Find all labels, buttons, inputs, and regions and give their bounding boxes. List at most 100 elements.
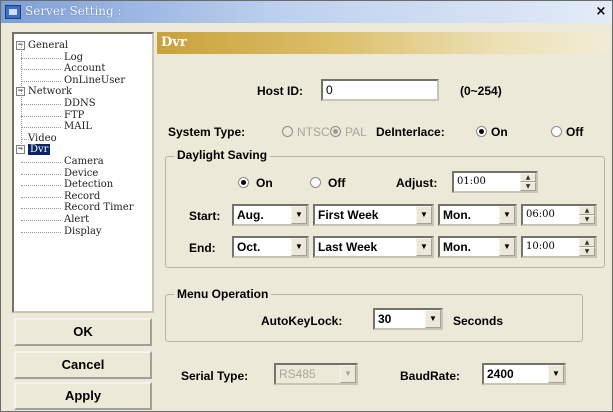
tree-item-ftp[interactable]: FTP (64, 110, 84, 121)
tree-item-camera[interactable]: Camera (64, 156, 104, 167)
baudrate-select[interactable]: 2400 ▼ (482, 363, 566, 385)
serial-type-value: RS485 (279, 367, 316, 381)
tree-item-display[interactable]: Display (64, 226, 102, 237)
end-month-select[interactable]: Oct. ▼ (232, 236, 309, 258)
spin-down-icon[interactable]: ▼ (579, 215, 595, 224)
start-time-spinner[interactable]: 06:00 ▲ ▼ (521, 204, 597, 226)
tree-connector (21, 104, 61, 105)
tree-item-alert[interactable]: Alert (64, 214, 89, 225)
close-button[interactable]: × (593, 5, 609, 19)
tree-connector (21, 115, 61, 117)
tree-item-account[interactable]: Account (64, 63, 105, 74)
tree-item-general[interactable]: General (28, 40, 68, 51)
tree-connector (21, 57, 61, 59)
tree-connector (21, 173, 61, 175)
tree-connector (21, 196, 61, 198)
pal-label: PAL (345, 125, 367, 139)
tree-item-log[interactable]: Log (64, 52, 83, 63)
serial-type-select: RS485 ▼ (274, 363, 358, 385)
daylight-saving-title: Daylight Saving (174, 148, 271, 162)
spin-up-icon[interactable]: ▲ (579, 238, 595, 247)
ntsc-label: NTSC (297, 125, 330, 139)
dvr-settings-panel: Dvr Host ID: 0 (0~254) System Type: NTSC… (157, 32, 609, 409)
panel-title: Dvr (161, 35, 187, 50)
daylight-off-label: Off (328, 176, 346, 190)
app-icon (5, 5, 21, 19)
host-id-range: (0~254) (460, 84, 502, 98)
start-week-select[interactable]: First Week ▼ (313, 204, 434, 226)
end-week-value: Last Week (318, 240, 378, 254)
spin-down-icon[interactable]: ▼ (520, 182, 536, 191)
tree-connector (21, 127, 61, 129)
chevron-down-icon[interactable]: ▼ (416, 206, 432, 224)
cancel-button[interactable]: Cancel (14, 351, 152, 379)
end-time-value: 10:00 (526, 241, 555, 252)
spin-up-icon[interactable]: ▲ (520, 173, 536, 182)
autokeylock-select[interactable]: 30 ▼ (373, 308, 443, 330)
chevron-down-icon[interactable]: ▼ (499, 238, 515, 256)
autokeylock-label: AutoKeyLock: (261, 314, 343, 328)
tree-connector (21, 69, 61, 71)
chevron-down-icon[interactable]: ▼ (425, 310, 441, 328)
chevron-down-icon: ▼ (340, 365, 356, 383)
menu-operation-title: Menu Operation (174, 287, 272, 301)
end-week-select[interactable]: Last Week ▼ (313, 236, 434, 258)
tree-connector (21, 80, 61, 82)
ok-button[interactable]: OK (14, 318, 152, 346)
deinterlace-label: DeInterlace: (376, 125, 445, 139)
daylight-off-radio[interactable] (310, 177, 321, 188)
autokeylock-value: 30 (378, 312, 392, 326)
tree-connector (21, 162, 61, 163)
deinterlace-off-radio[interactable] (551, 126, 562, 137)
window-title: Server Setting : (25, 4, 122, 18)
pal-radio (330, 126, 341, 137)
tree-item-onlineuser[interactable]: OnLineUser (64, 75, 125, 86)
spin-up-icon[interactable]: ▲ (579, 206, 595, 215)
adjust-label: Adjust: (396, 176, 438, 190)
adjust-spinner[interactable]: 01:00 ▲ ▼ (452, 171, 538, 193)
panel-header: Dvr (157, 32, 609, 54)
start-month-value: Aug. (237, 208, 264, 222)
host-id-label: Host ID: (257, 84, 303, 98)
ntsc-radio (282, 126, 293, 137)
tree-item-device[interactable]: Device (64, 168, 98, 179)
spin-down-icon[interactable]: ▼ (579, 247, 595, 256)
deinterlace-off-label: Off (566, 125, 584, 139)
start-week-value: First Week (318, 208, 379, 222)
title-bar[interactable]: Server Setting : × (1, 1, 612, 23)
tree-item-network[interactable]: Network (28, 86, 72, 97)
settings-tree[interactable]: − General Log Account OnLineUser − Network DDNS… (12, 32, 154, 313)
end-time-spinner[interactable]: 10:00 ▲ ▼ (521, 236, 597, 258)
end-day-value: Mon. (443, 240, 471, 254)
end-day-select[interactable]: Mon. ▼ (438, 236, 517, 258)
baudrate-value: 2400 (487, 367, 514, 381)
end-label: End: (189, 241, 216, 255)
chevron-down-icon[interactable]: ▼ (291, 206, 307, 224)
chevron-down-icon[interactable]: ▼ (548, 365, 564, 383)
tree-item-mail[interactable]: MAIL (64, 121, 92, 132)
daylight-on-label: On (256, 176, 273, 190)
serial-type-label: Serial Type: (181, 369, 249, 383)
chevron-down-icon[interactable]: ▼ (499, 206, 515, 224)
chevron-down-icon[interactable]: ▼ (416, 238, 432, 256)
tree-item-detection[interactable]: Detection (64, 179, 113, 190)
deinterlace-on-label: On (491, 125, 508, 139)
tree-item-video[interactable]: Video (28, 133, 57, 144)
start-day-select[interactable]: Mon. ▼ (438, 204, 517, 226)
server-setting-window: Server Setting : × − General Log Account OnL… (0, 0, 613, 412)
apply-button[interactable]: Apply (14, 382, 152, 410)
tree-item-ddns[interactable]: DDNS (64, 98, 96, 109)
deinterlace-on-radio[interactable] (476, 126, 487, 137)
tree-connector (21, 208, 61, 210)
baudrate-label: BaudRate: (400, 369, 461, 383)
chevron-down-icon[interactable]: ▼ (291, 238, 307, 256)
start-time-value: 06:00 (526, 209, 555, 220)
tree-item-record[interactable]: Record (64, 191, 100, 202)
daylight-on-radio[interactable] (238, 177, 249, 188)
tree-connector (21, 220, 61, 221)
tree-connector (21, 44, 22, 151)
tree-item-dvr[interactable]: Dvr (28, 144, 51, 156)
tree-item-record-timer[interactable]: Record Timer (64, 202, 133, 213)
start-month-select[interactable]: Aug. ▼ (232, 204, 309, 226)
host-id-input[interactable]: 0 (321, 79, 439, 101)
